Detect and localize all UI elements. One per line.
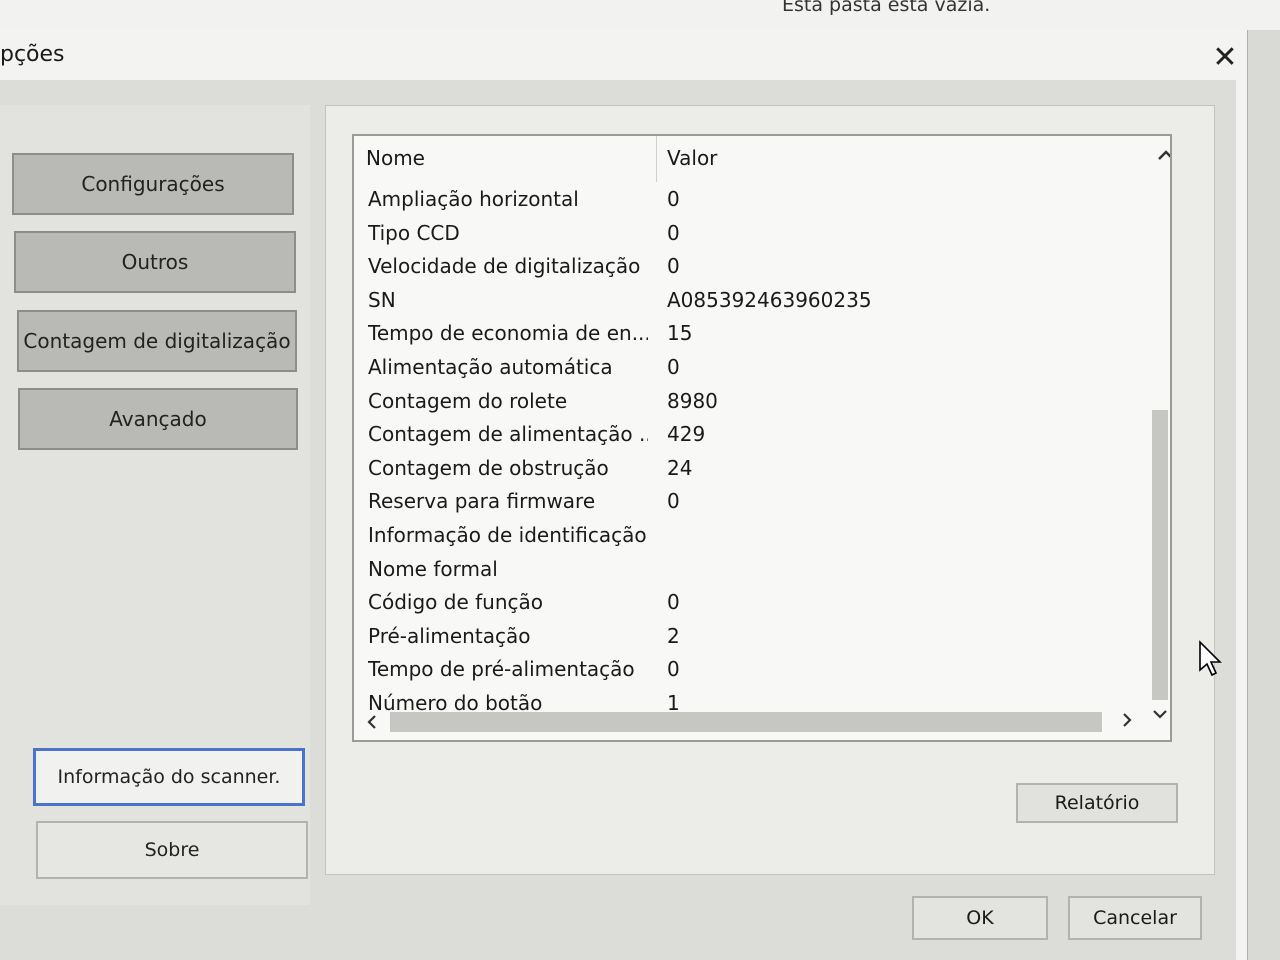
column-header-name[interactable]: Nome [366, 146, 425, 170]
property-list[interactable]: Nome Valor Ampliação horizontal 0 Tipo CCD… [352, 134, 1172, 742]
column-divider[interactable] [656, 136, 657, 182]
table-row[interactable]: Velocidade de digitalização 0 [354, 249, 1144, 283]
cancel-button[interactable]: Cancelar [1068, 896, 1202, 940]
table-row[interactable]: Nome formal [354, 552, 1144, 586]
row-value: 0 [667, 354, 680, 379]
scanner-info-button[interactable]: Informação do scanner. [33, 748, 305, 806]
row-value: 2 [667, 623, 680, 648]
chevron-left-icon[interactable] [362, 712, 382, 732]
background-window: Esta pasta está vazia. [0, 0, 1280, 30]
row-name: Reserva para firmware [368, 489, 596, 514]
table-row[interactable]: Tempo de pré-alimentação 0 [354, 652, 1144, 686]
row-value: 0 [667, 220, 680, 245]
row-name: Velocidade de digitalização [368, 254, 641, 279]
close-icon: ✕ [1212, 40, 1238, 75]
options-dialog: pções ✕ Configurações Outros Contagem de… [0, 30, 1248, 960]
row-value: 0 [667, 590, 680, 615]
row-name: Tempo de pré-alimentação [368, 657, 635, 682]
vertical-scrollbar[interactable] [1150, 182, 1170, 719]
row-name: Código de função [368, 590, 543, 615]
column-header-value[interactable]: Valor [667, 146, 717, 170]
nav-button-avancado[interactable]: Avançado [18, 388, 298, 450]
row-name: Contagem do rolete [368, 388, 568, 413]
row-name: Alimentação automática [368, 354, 613, 379]
row-value: 15 [667, 321, 693, 346]
row-name: Contagem de alimentação ... [368, 422, 648, 447]
table-row[interactable]: Tempo de economia de en... 15 [354, 316, 1144, 350]
table-row[interactable]: Contagem de obstrução 24 [354, 451, 1144, 485]
nav-button-configuracoes[interactable]: Configurações [12, 153, 294, 215]
report-button[interactable]: Relatório [1016, 783, 1178, 823]
table-row[interactable]: SN A085392463960235 [354, 283, 1144, 317]
chevron-up-icon[interactable] [1154, 144, 1172, 168]
ok-button[interactable]: OK [912, 896, 1048, 940]
row-name: Pré-alimentação [368, 623, 531, 648]
table-row[interactable]: Pré-alimentação 2 [354, 619, 1144, 653]
nav-button-outros[interactable]: Outros [14, 231, 296, 293]
row-value: 0 [667, 657, 680, 682]
row-name: Informação de identificação [368, 522, 647, 547]
vertical-scroll-thumb[interactable] [1152, 410, 1168, 700]
list-header: Nome Valor [354, 136, 1172, 182]
row-value: 0 [667, 254, 680, 279]
row-value: 24 [667, 455, 693, 480]
list-rows: Ampliação horizontal 0 Tipo CCD 0 Velocidade… [354, 182, 1144, 720]
dialog-client-area: Configurações Outros Contagem de digital… [0, 80, 1236, 960]
empty-folder-text: Esta pasta está vazia. [782, 0, 991, 16]
table-row[interactable]: Código de função 0 [354, 585, 1144, 619]
table-row[interactable]: Contagem do rolete 8980 [354, 384, 1144, 418]
nav-pane: Configurações Outros Contagem de digital… [0, 105, 310, 905]
horizontal-scroll-thumb[interactable] [390, 712, 1102, 732]
dialog-title: pções [0, 42, 65, 67]
row-name: Ampliação horizontal [368, 187, 579, 211]
table-row[interactable]: Reserva para firmware 0 [354, 484, 1144, 518]
nav-button-contagem[interactable]: Contagem de digitalização [17, 310, 297, 372]
row-name: Tipo CCD [368, 220, 460, 245]
content-pane: Nome Valor Ampliação horizontal 0 Tipo CCD… [325, 105, 1215, 875]
chevron-down-icon[interactable] [1150, 704, 1170, 724]
row-name: Contagem de obstrução [368, 455, 609, 480]
row-name: Tempo de economia de en... [368, 321, 648, 346]
horizontal-scrollbar[interactable] [362, 706, 1142, 736]
close-button[interactable]: ✕ [1208, 42, 1242, 76]
row-value: 0 [667, 187, 680, 211]
table-row[interactable]: Ampliação horizontal 0 [354, 182, 1144, 216]
table-row[interactable]: Informação de identificação [354, 518, 1144, 552]
table-row[interactable]: Contagem de alimentação ... 429 [354, 417, 1144, 451]
row-name: SN [368, 287, 396, 312]
row-value: 0 [667, 489, 680, 514]
row-value: A085392463960235 [667, 287, 872, 312]
chevron-right-icon[interactable] [1117, 710, 1137, 730]
row-value: 8980 [667, 388, 718, 413]
table-row[interactable]: Tipo CCD 0 [354, 216, 1144, 250]
table-row[interactable]: Alimentação automática 0 [354, 350, 1144, 384]
row-value: 429 [667, 422, 706, 447]
mouse-pointer-icon [1199, 640, 1222, 677]
about-button[interactable]: Sobre [36, 821, 308, 879]
row-name: Nome formal [368, 556, 498, 581]
